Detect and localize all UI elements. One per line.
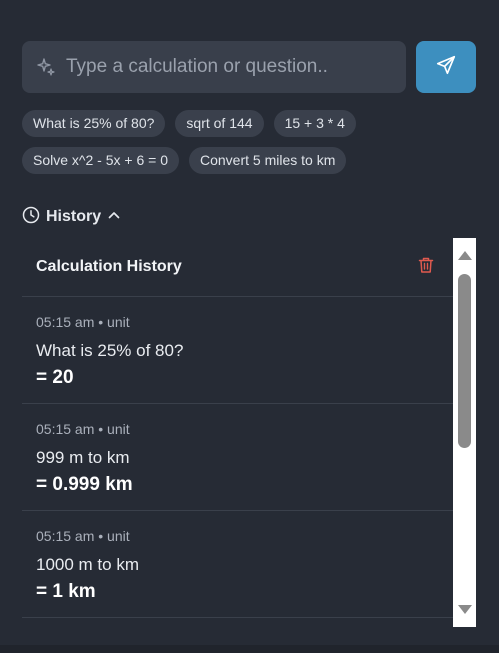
history-title: Calculation History xyxy=(36,258,182,275)
panel-bottom-edge xyxy=(0,645,499,653)
calculator-panel: What is 25% of 80? sqrt of 144 15 + 3 * … xyxy=(0,0,499,653)
history-entry[interactable]: 05:15 am • unit What is 25% of 80? = 20 xyxy=(22,297,453,404)
entry-query: What is 25% of 80? xyxy=(36,341,184,360)
chevron-up-icon xyxy=(107,208,121,227)
entry-meta: 05:15 am • unit xyxy=(36,314,130,330)
history-list: Calculation History 05:15 am • unit What… xyxy=(22,238,453,627)
send-button[interactable] xyxy=(416,41,476,93)
history-header: Calculation History xyxy=(22,238,453,297)
suggestion-chip[interactable]: sqrt of 144 xyxy=(175,110,264,137)
sparkle-icon xyxy=(36,57,56,77)
entry-result: = 1 km xyxy=(36,581,96,602)
history-toggle[interactable]: History xyxy=(22,206,121,228)
clock-icon xyxy=(22,206,40,229)
search-box[interactable] xyxy=(22,41,406,93)
entry-result: = 20 xyxy=(36,367,74,388)
entry-meta: 05:15 am • unit xyxy=(36,421,130,437)
entry-query: 999 m to km xyxy=(36,448,130,467)
history-entry[interactable]: 05:15 am • unit 1000 m to km = 1 km xyxy=(22,511,453,618)
scroll-up-arrow[interactable] xyxy=(458,251,472,260)
search-input[interactable] xyxy=(66,56,386,78)
scroll-down-arrow[interactable] xyxy=(458,605,472,614)
history-entry[interactable]: 05:15 am • unit 999 m to km = 0.999 km xyxy=(22,404,453,511)
trash-icon xyxy=(417,256,435,279)
suggestion-chips: What is 25% of 80? sqrt of 144 15 + 3 * … xyxy=(22,110,482,174)
scroll-thumb[interactable] xyxy=(458,274,471,448)
suggestion-chip[interactable]: Convert 5 miles to km xyxy=(188,147,347,174)
suggestion-chip[interactable]: 15 + 3 * 4 xyxy=(273,110,356,137)
send-icon xyxy=(435,54,457,81)
entry-query: 1000 m to km xyxy=(36,555,139,574)
clear-history-button[interactable] xyxy=(415,256,437,278)
suggestion-chip[interactable]: Solve x^2 - 5x + 6 = 0 xyxy=(22,147,179,174)
history-scrollbar[interactable] xyxy=(453,238,476,627)
history-toggle-label: History xyxy=(46,208,102,225)
entry-result: = 0.999 km xyxy=(36,474,133,495)
suggestion-chip[interactable]: What is 25% of 80? xyxy=(22,110,166,137)
entry-meta: 05:15 am • unit xyxy=(36,528,130,544)
